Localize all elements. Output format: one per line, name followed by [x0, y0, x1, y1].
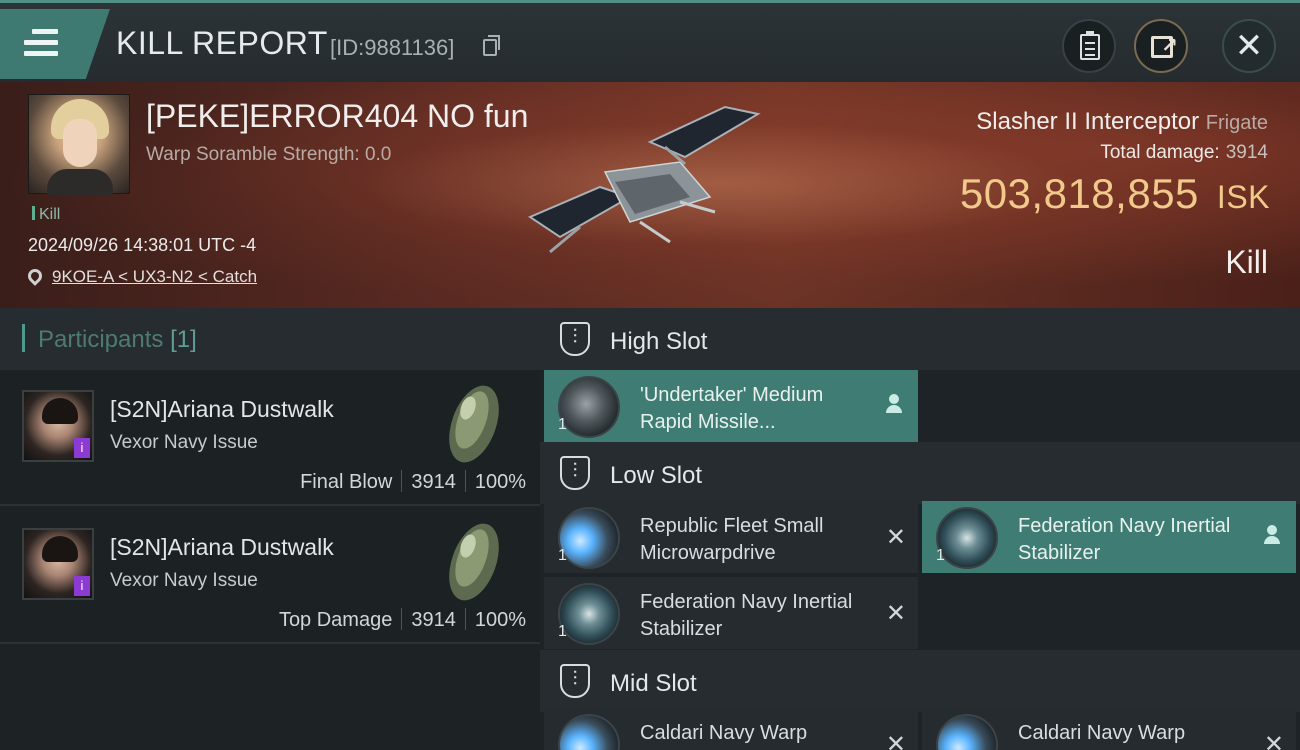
page-title: KILL REPORT — [116, 25, 328, 61]
isk-value: 503,818,855 ISK — [960, 170, 1270, 218]
participant-ship: Vexor Navy Issue — [110, 432, 258, 453]
module-item[interactable]: 1 Caldari Navy Warp ✕ — [544, 708, 918, 750]
report-id: [ID:9881136] — [330, 35, 455, 60]
participant-percent: 100% — [474, 609, 526, 631]
vexor-ship-icon — [449, 523, 499, 601]
participant-avatar[interactable]: i — [22, 528, 94, 600]
ship-name[interactable]: Slasher II Interceptor Frigate — [976, 108, 1268, 136]
destroyed-x-icon: ✕ — [885, 731, 906, 750]
participant-role: Top Damage — [278, 609, 393, 631]
isk-amount: 503,818,855 — [959, 170, 1199, 217]
ship-name-text: Slasher II Interceptor — [976, 108, 1200, 135]
participants-panel: Participants [1] i [S2N]Ariana Dustwalk … — [0, 308, 540, 750]
location-link[interactable]: 9KOE-A < UX3-N2 < Catch — [52, 267, 257, 286]
inertial-stabilizer-icon — [936, 507, 998, 569]
ship-image — [527, 105, 761, 254]
dropped-person-icon — [1264, 525, 1280, 545]
low-slot-icon — [560, 456, 590, 490]
victim-banner: [PEKE]ERROR404 NO fun Warp Soramble Stre… — [0, 82, 1300, 308]
total-damage-label: Total damage: — [1100, 142, 1220, 163]
header-accent-bar — [22, 324, 25, 352]
module-name: Caldari Navy Warp — [1018, 722, 1186, 744]
module-name: 'Undertaker' Medium Rapid Missile... — [640, 384, 824, 433]
destroyed-x-icon: ✕ — [885, 524, 906, 551]
participant-avatar[interactable]: i — [22, 390, 94, 462]
participant-row[interactable]: i [S2N]Ariana Dustwalk Vexor Navy Issue … — [0, 370, 540, 506]
mid-slot-header: Mid Slot — [540, 650, 1300, 712]
kill-location[interactable]: 9KOE-A < UX3-N2 < Catch — [25, 266, 257, 287]
result-label: Kill — [1225, 244, 1268, 280]
module-quantity: 1 — [558, 416, 567, 433]
dropped-person-icon — [886, 394, 902, 414]
fitting-panel: High Slot 1 'Undertaker' Medium Rapid Mi… — [540, 308, 1300, 750]
mid-slot-icon — [560, 664, 590, 698]
kill-report-screen: KILL REPORT [ID:9881136] ↗ ✕ [PEKE]ERROR… — [0, 0, 1300, 750]
participants-title: Participants [1] — [38, 326, 197, 354]
high-slot-icon — [560, 322, 590, 356]
module-item[interactable]: 1 Federation Navy Inertial Stabilizer — [922, 501, 1296, 573]
high-slot-title: High Slot — [610, 328, 708, 355]
hamburger-icon — [24, 29, 58, 62]
mid-slot-title: Mid Slot — [610, 670, 697, 697]
module-quantity: 1 — [936, 547, 945, 564]
module-item[interactable]: 1 Federation Navy Inertial Stabilizer ✕ — [544, 577, 918, 649]
close-button[interactable]: ✕ — [1222, 19, 1276, 73]
module-item[interactable]: 1 'Undertaker' Medium Rapid Missile... — [544, 370, 918, 442]
clipboard-icon — [1080, 31, 1100, 60]
warp-scrambler-icon — [936, 714, 998, 750]
location-pin-icon — [25, 266, 45, 286]
participants-title-text: Participants — [38, 326, 164, 353]
module-name: Federation Navy Inertial Stabilizer — [1018, 515, 1231, 564]
high-slot-header: High Slot — [540, 308, 1300, 370]
victim-name[interactable]: [PEKE]ERROR404 NO fun — [146, 98, 528, 135]
participant-role: Final Blow — [300, 471, 393, 493]
participant-damage: 3914 — [411, 471, 456, 493]
menu-button[interactable] — [0, 9, 110, 79]
destroyed-x-icon: ✕ — [1263, 731, 1284, 750]
participant-damage: 3914 — [411, 609, 456, 631]
total-damage: Total damage: 3914 — [1100, 142, 1268, 164]
module-item[interactable]: 1 Caldari Navy Warp ✕ — [922, 708, 1296, 750]
participant-name[interactable]: [S2N]Ariana Dustwalk — [110, 396, 334, 423]
vexor-ship-icon — [449, 385, 499, 463]
microwarpdrive-icon — [558, 507, 620, 569]
copy-icon[interactable] — [483, 35, 500, 56]
participant-ship: Vexor Navy Issue — [110, 570, 258, 591]
module-name: Caldari Navy Warp — [640, 722, 808, 744]
warp-scramble-strength: Warp Soramble Strength: 0.0 — [146, 144, 392, 165]
top-bar: KILL REPORT [ID:9881136] ↗ ✕ — [0, 0, 1300, 82]
participant-stats: Final Blow 3914 100% — [300, 470, 526, 494]
report-button[interactable] — [1062, 19, 1116, 73]
kill-tag: Kill — [32, 206, 60, 224]
participants-count: [1] — [170, 326, 197, 353]
missile-launcher-icon — [558, 376, 620, 438]
share-button[interactable]: ↗ — [1134, 19, 1188, 73]
participant-stats: Top Damage 3914 100% — [279, 608, 526, 632]
total-damage-value: 3914 — [1225, 142, 1268, 163]
module-item[interactable]: 1 Republic Fleet Small Microwarpdrive ✕ — [544, 501, 918, 573]
close-icon: ✕ — [1234, 27, 1264, 65]
inertial-stabilizer-icon — [558, 583, 620, 645]
module-quantity: 1 — [558, 547, 567, 564]
omega-badge-icon: i — [74, 576, 90, 596]
module-name: Republic Fleet Small Microwarpdrive — [640, 515, 824, 564]
module-quantity: 1 — [558, 623, 567, 640]
participant-percent: 100% — [474, 471, 526, 493]
participant-name[interactable]: [S2N]Ariana Dustwalk — [110, 534, 334, 561]
low-slot-header: Low Slot — [540, 442, 1300, 504]
destroyed-x-icon: ✕ — [885, 600, 906, 627]
victim-portrait[interactable] — [28, 94, 130, 195]
low-slot-title: Low Slot — [610, 462, 703, 489]
participants-header: Participants [1] — [0, 308, 540, 370]
arrow-up-right-icon: ↗ — [1161, 35, 1178, 57]
omega-badge-icon: i — [74, 438, 90, 458]
module-name: Federation Navy Inertial Stabilizer — [640, 591, 853, 640]
participant-row[interactable]: i [S2N]Ariana Dustwalk Vexor Navy Issue … — [0, 508, 540, 644]
kill-datetime: 2024/09/26 14:38:01 UTC -4 — [28, 235, 257, 255]
isk-unit: ISK — [1216, 179, 1270, 215]
ship-class: Frigate — [1205, 112, 1268, 134]
warp-scrambler-icon — [558, 714, 620, 750]
